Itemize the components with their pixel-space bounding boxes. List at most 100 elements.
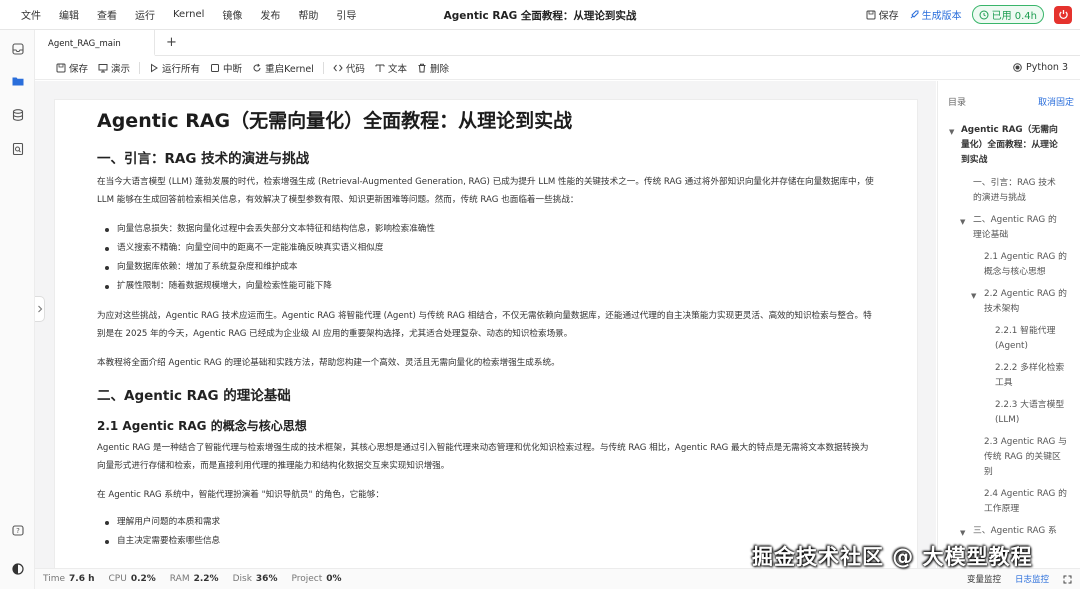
status-project: Project 0% bbox=[291, 574, 341, 584]
sidebar-item-snapshot[interactable] bbox=[9, 140, 26, 157]
toc-line: 概念与核心思想 bbox=[984, 267, 1046, 277]
status-bar-actions: 变量监控 日志监控 bbox=[967, 573, 1072, 585]
toc-line: 2.2.3 大语言模型 bbox=[995, 400, 1065, 410]
chevron-down-icon[interactable]: ▼ bbox=[960, 218, 965, 226]
toolbar-divider bbox=[139, 61, 141, 74]
toc-item-2-2-3[interactable]: 2.2.3 大语言模型 (LLM) bbox=[995, 398, 1064, 428]
status-time: Time 7.6 h bbox=[43, 574, 95, 584]
status-disk: Disk 36% bbox=[233, 574, 278, 584]
toolbar-save-button[interactable]: 保存 bbox=[51, 61, 93, 75]
sidebar-item-kernel[interactable] bbox=[9, 40, 26, 57]
toc-unpin-button[interactable]: 取消固定 bbox=[1038, 95, 1074, 108]
toolbar-divider bbox=[322, 61, 324, 74]
status-time-label: Time bbox=[43, 574, 66, 584]
sidebar-item-help[interactable]: ? bbox=[9, 522, 26, 539]
toc-line: 2.2.1 智能代理 bbox=[995, 326, 1056, 336]
kernel-status[interactable]: Python 3 bbox=[1013, 62, 1068, 73]
toc-item-section-3[interactable]: 三、Agentic RAG 系 bbox=[973, 524, 1057, 539]
menu-file[interactable]: 文件 bbox=[12, 7, 50, 22]
toolbar-text-button[interactable]: 文本 bbox=[370, 61, 412, 75]
save-icon bbox=[56, 63, 66, 72]
paragraph: Agentic RAG 是一种结合了智能代理与检索增强生成的技术框架，其核心思想… bbox=[97, 443, 869, 471]
status-cpu: CPU 0.2% bbox=[109, 574, 156, 584]
power-button[interactable] bbox=[1054, 5, 1072, 24]
kernel-idle-icon bbox=[1013, 63, 1022, 72]
toc-line: 二、Agentic RAG 的 bbox=[973, 215, 1057, 225]
menu-guide[interactable]: 引导 bbox=[327, 7, 365, 22]
toc-item-2-2-1[interactable]: 2.2.1 智能代理 (Agent) bbox=[995, 324, 1055, 354]
menu-help[interactable]: 帮助 bbox=[289, 7, 327, 22]
toc-item-2-2-2[interactable]: 2.2.2 多样化检索 工具 bbox=[995, 361, 1064, 391]
toc-line: 2.3 Agentic RAG 与 bbox=[984, 437, 1067, 447]
sidebar-collapse-handle[interactable] bbox=[35, 296, 45, 322]
sidebar-item-database[interactable] bbox=[9, 106, 26, 123]
activity-sidebar: ? bbox=[0, 30, 35, 589]
toc-line: Agentic RAG（无需向 bbox=[961, 125, 1058, 135]
toolbar-interrupt-label: 中断 bbox=[223, 63, 243, 75]
tab-agent-rag-main[interactable]: Agent_RAG_main bbox=[35, 30, 155, 56]
toolbar-interrupt-button[interactable]: 中断 bbox=[205, 61, 247, 75]
toc-item-2-3[interactable]: 2.3 Agentic RAG 与 传统 RAG 的关键区 别 bbox=[984, 435, 1067, 480]
toc-line: 一、引言：RAG 技术 bbox=[973, 178, 1056, 188]
toc-item-2-4[interactable]: 2.4 Agentic RAG 的 工作原理 bbox=[984, 487, 1067, 517]
status-disk-label: Disk bbox=[232, 574, 252, 584]
expand-icon[interactable] bbox=[1063, 575, 1072, 584]
stop-icon bbox=[211, 63, 220, 72]
chevron-down-icon[interactable]: ▼ bbox=[960, 529, 965, 537]
toolbar-run-all-button[interactable]: 运行所有 bbox=[144, 61, 205, 75]
section-heading-intro: 一、引言：RAG 技术的演进与挑战 bbox=[97, 151, 310, 167]
chevron-down-icon[interactable]: ▼ bbox=[949, 128, 954, 136]
toolbar-code-button[interactable]: 代码 bbox=[328, 61, 370, 75]
toolbar-code-label: 代码 bbox=[345, 63, 365, 75]
toc-item-intro[interactable]: 一、引言：RAG 技术 的演进与挑战 bbox=[973, 176, 1056, 206]
list-item: 语义搜索不精确：向量空间中的距离不一定能准确反映真实语义相似度 bbox=[105, 239, 875, 258]
sidebar-item-theme[interactable] bbox=[9, 560, 26, 577]
menu-kernel[interactable]: Kernel bbox=[164, 9, 213, 20]
toolbar-present-button[interactable]: 演示 bbox=[93, 61, 135, 75]
menu-image[interactable]: 镜像 bbox=[213, 7, 251, 22]
toc-line: 工作原理 bbox=[984, 504, 1020, 514]
toolbar-restart-kernel-label: 重启Kernel bbox=[265, 63, 314, 75]
status-ram: RAM 2.2% bbox=[170, 574, 219, 584]
clock-icon bbox=[979, 10, 989, 19]
publish-version-button[interactable]: 生成版本 bbox=[909, 7, 962, 22]
menu-run[interactable]: 运行 bbox=[126, 7, 164, 22]
toc-line: 量化）全面教程：从理论 bbox=[961, 140, 1058, 150]
toc-header: 目录 取消固定 bbox=[948, 95, 1074, 108]
notebook-tab-bar: Agent_RAG_main + bbox=[35, 30, 1080, 56]
theme-toggle-icon bbox=[11, 562, 24, 575]
inbox-icon bbox=[11, 42, 24, 55]
menu-edit[interactable]: 编辑 bbox=[50, 7, 88, 22]
toolbar-run-all-label: 运行所有 bbox=[162, 63, 201, 75]
toc-item-theory[interactable]: 二、Agentic RAG 的 理论基础 bbox=[973, 213, 1057, 243]
header-save-label: 保存 bbox=[878, 11, 899, 22]
toc-line: 2.4 Agentic RAG 的 bbox=[984, 489, 1067, 499]
chevron-down-icon[interactable]: ▼ bbox=[971, 292, 976, 300]
toc-line: 到实战 bbox=[961, 155, 988, 165]
toolbar-present-label: 演示 bbox=[111, 63, 131, 75]
text-icon bbox=[375, 64, 385, 72]
variable-monitor-button[interactable]: 变量监控 bbox=[967, 573, 1001, 585]
add-tab-button[interactable]: + bbox=[166, 35, 177, 50]
toolbar-delete-button[interactable]: 删除 bbox=[412, 61, 454, 75]
help-chat-icon: ? bbox=[11, 524, 24, 536]
toc-item-2-1[interactable]: 2.1 Agentic RAG 的 概念与核心思想 bbox=[984, 250, 1067, 280]
markdown-cell[interactable]: Agentic RAG（无需向量化）全面教程：从理论到实战 一、引言：RAG 技… bbox=[54, 99, 918, 569]
toolbar-restart-kernel-button[interactable]: 重启Kernel bbox=[247, 61, 319, 75]
header-save-button[interactable]: 保存 bbox=[866, 7, 899, 22]
menu-bar: 文件 编辑 查看 运行 Kernel 镜像 发布 帮助 引导 Agentic R… bbox=[0, 0, 1080, 30]
toc-item-title[interactable]: Agentic RAG（无需向 量化）全面教程：从理论 到实战 bbox=[961, 123, 1058, 168]
publish-version-label: 生成版本 bbox=[921, 11, 962, 22]
log-monitor-button[interactable]: 日志监控 bbox=[1015, 573, 1049, 585]
bullet-list: 向量信息损失：数据向量化过程中会丢失部分文本特征和结构信息，影响检索准确性 语义… bbox=[97, 220, 875, 296]
menu-view[interactable]: 查看 bbox=[88, 7, 126, 22]
toc-line: (Agent) bbox=[995, 341, 1028, 351]
list-item: 扩展性限制：随着数据规模增大，向量检索性能可能下降 bbox=[105, 277, 875, 296]
toolbar-save-label: 保存 bbox=[69, 63, 89, 75]
status-cpu-label: CPU bbox=[108, 574, 127, 584]
toc-item-2-2[interactable]: 2.2 Agentic RAG 的 技术架构 bbox=[984, 287, 1067, 317]
sidebar-item-files[interactable] bbox=[9, 72, 26, 89]
kernel-name: Python 3 bbox=[1026, 62, 1068, 73]
status-disk-value: 36% bbox=[255, 574, 278, 584]
menu-publish[interactable]: 发布 bbox=[251, 7, 289, 22]
